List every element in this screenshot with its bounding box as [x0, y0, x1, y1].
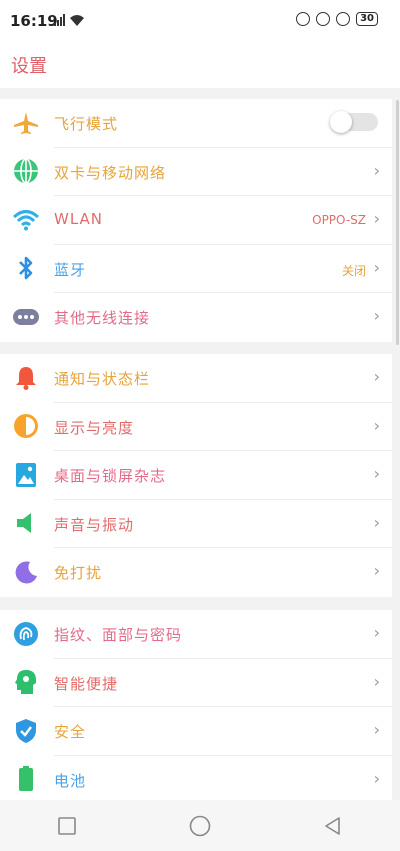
chevron-right-icon: ›: [373, 561, 380, 581]
back-button[interactable]: [303, 806, 363, 846]
chevron-right-icon: ›: [373, 512, 380, 532]
chevron-right-icon: ›: [373, 306, 380, 326]
chevron-right-icon: ›: [373, 768, 380, 788]
battery-icon: [12, 766, 39, 793]
lock-rotation-icon: [316, 12, 331, 26]
home-button[interactable]: [170, 806, 230, 846]
header: 设置: [0, 40, 400, 88]
globe-icon: [12, 158, 39, 185]
bell-icon: [12, 364, 39, 391]
chevron-right-icon: ›: [373, 415, 380, 435]
fingerprint-icon: [12, 620, 39, 647]
page-title: 设置: [11, 56, 47, 77]
chevron-right-icon: ›: [373, 257, 380, 277]
status-bar: 16:19 30: [0, 0, 400, 40]
settings-group-connectivity: 飞行模式 双卡与移动网络 › WLAN OPPO-SZ › 蓝牙 关闭 › 其他…: [0, 99, 392, 342]
speaker-icon: [12, 510, 39, 537]
settings-item-security[interactable]: 安全 ›: [0, 707, 392, 756]
shield-icon: [12, 717, 39, 744]
settings-item-other-wireless[interactable]: 其他无线连接 ›: [0, 293, 392, 342]
chevron-right-icon: ›: [373, 367, 380, 386]
settings-item-fingerprint-face-password[interactable]: 指纹、面部与密码 ›: [0, 610, 392, 659]
navigation-bar: [0, 800, 400, 851]
settings-item-battery[interactable]: 电池 ›: [0, 756, 392, 805]
wlan-network-name: OPPO-SZ: [312, 213, 366, 228]
moon-icon: [12, 558, 39, 585]
settings-item-smart-convenience[interactable]: 智能便捷 ›: [0, 659, 392, 708]
airplane-mode-toggle[interactable]: [330, 111, 378, 133]
signal-icon: [54, 14, 84, 26]
alarm-icon: [336, 12, 351, 26]
settings-group-security: 指纹、面部与密码 › 智能便捷 › 安全 › 电池 ›: [0, 610, 392, 805]
bluetooth-icon: [12, 255, 39, 282]
battery-indicator: 30: [356, 12, 378, 26]
settings-item-airplane-mode[interactable]: 飞行模式: [0, 99, 392, 148]
chevron-right-icon: ›: [373, 623, 380, 642]
circle-icon: [189, 815, 211, 836]
settings-item-notifications[interactable]: 通知与状态栏 ›: [0, 354, 392, 403]
chevron-right-icon: ›: [373, 464, 380, 484]
picture-icon: [12, 461, 39, 488]
chevron-right-icon: ›: [373, 720, 380, 740]
brightness-icon: [12, 413, 39, 440]
airplane-icon: [12, 109, 39, 136]
more-dots-icon: [12, 303, 39, 330]
chevron-right-icon: ›: [373, 209, 380, 229]
smart-head-icon: [12, 669, 39, 696]
chevron-right-icon: ›: [373, 160, 380, 180]
recents-button[interactable]: [37, 806, 97, 846]
settings-item-do-not-disturb[interactable]: 免打扰 ›: [0, 548, 392, 597]
settings-item-dual-sim[interactable]: 双卡与移动网络 ›: [0, 148, 392, 197]
status-time: 16:19: [10, 12, 58, 30]
scrollbar[interactable]: [396, 100, 399, 345]
wifi-icon: [12, 206, 39, 233]
vibrate-icon: [296, 12, 311, 26]
settings-item-wallpaper-lockscreen[interactable]: 桌面与锁屏杂志 ›: [0, 451, 392, 500]
square-icon: [57, 816, 76, 835]
settings-item-wlan[interactable]: WLAN OPPO-SZ ›: [0, 196, 392, 245]
triangle-back-icon: [325, 816, 341, 835]
settings-item-display-brightness[interactable]: 显示与亮度 ›: [0, 403, 392, 452]
chevron-right-icon: ›: [373, 671, 380, 691]
settings-item-bluetooth[interactable]: 蓝牙 关闭 ›: [0, 245, 392, 294]
settings-group-display: 通知与状态栏 › 显示与亮度 › 桌面与锁屏杂志 › 声音与振动 › 免打扰 ›: [0, 354, 392, 597]
bluetooth-status: 关闭: [341, 263, 366, 278]
settings-item-sound-vibration[interactable]: 声音与振动 ›: [0, 500, 392, 549]
